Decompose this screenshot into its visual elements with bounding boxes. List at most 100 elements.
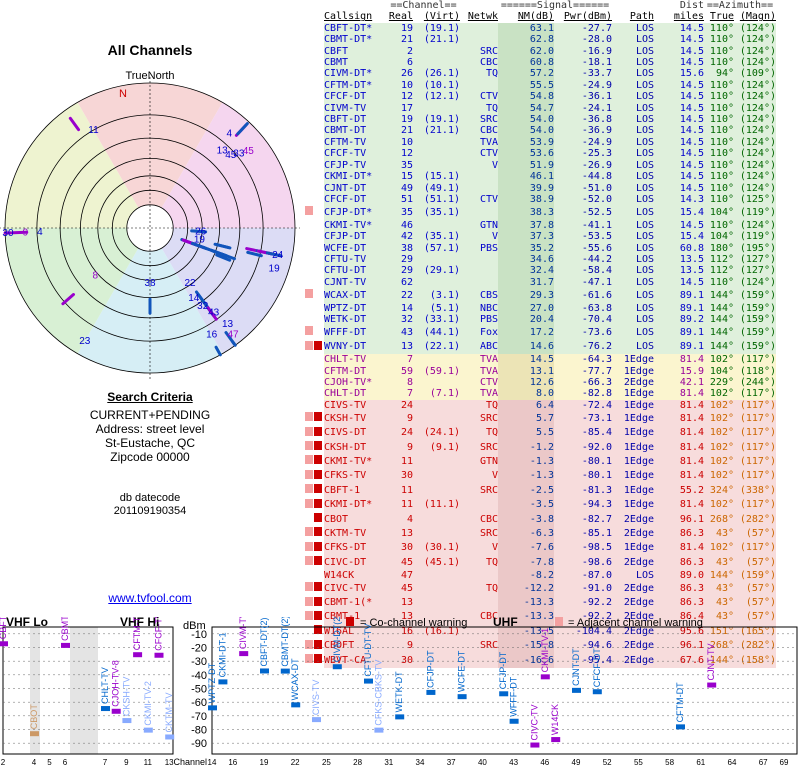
spectrum-bar-label: WETK-DT [394, 671, 404, 712]
cell-virtual-channel [413, 254, 460, 265]
cell-real-channel: 9 [406, 441, 413, 453]
spectrum-bar [530, 742, 540, 748]
cell-azimuth-magn: (124°) [739, 276, 776, 288]
cell-path: LOS [635, 102, 654, 114]
cell-real-channel: 2 [406, 45, 413, 57]
cell-distance-miles: 81.4 [679, 412, 704, 424]
warning-cell [303, 193, 324, 206]
cell-power-dbm: -73.1 [581, 412, 612, 424]
cell-azimuth-true: 112° [709, 253, 734, 265]
adjacent-warning-icon [305, 455, 313, 465]
table-row: CIVM-DT* 26 (26.1) TQ 57.2 -33.7 LOS 15.6 94° (10… [303, 68, 776, 80]
criteria-line: CURRENT+PENDING [89, 408, 211, 422]
cell-virtual-channel [413, 377, 460, 388]
channel-table-body: CBFT-DT* 19 (19.1) 63.1 -27.7 LOS 14.5 110° (124… [303, 22, 776, 668]
cell-nm-db: 60.8 [498, 57, 554, 69]
cell-network [460, 205, 498, 219]
cell-real-channel: 22 [400, 289, 413, 301]
cell-nm-db: -7.6 [498, 540, 554, 556]
spectrum-bar-label: CFCF-DT [592, 648, 602, 687]
polar-ring [126, 204, 174, 252]
warning-cell [303, 425, 324, 441]
table-row: WPTZ-DT 14 (5.1) NBC 27.0 -63.8 LOS 89.1 144° (15… [303, 302, 776, 314]
spectrum-chart: -10-20-30-40-50-60-70-80-90dBmVHF Lo VHF … [0, 617, 798, 767]
cell-path: LOS [635, 219, 654, 231]
cell-path: LOS [635, 242, 654, 254]
adjacent-warning-icon [305, 498, 313, 508]
cell-network: CTV [479, 193, 498, 205]
hdr-nm: NM(dB) [517, 11, 554, 23]
co-channel-warning-icon [314, 498, 322, 508]
cell-real-channel: 42 [400, 231, 413, 243]
cell-azimuth-magn: (124°) [739, 182, 776, 194]
website-link[interactable]: www.tvfool.com [0, 591, 300, 605]
cell-network: TVA [479, 388, 498, 400]
warning-cell [303, 182, 324, 194]
spectrum-bar [395, 714, 405, 720]
polar-channel-label: 47 [227, 329, 239, 340]
cell-network: CBC [479, 513, 498, 525]
cell-real-channel: 35 [400, 159, 413, 171]
cell-distance-miles: 81.4 [679, 354, 704, 366]
cell-network [460, 570, 498, 581]
cell-network: TVA [479, 136, 498, 148]
spectrum-bar [154, 652, 164, 658]
spectrum-bar-label: WCAX-DT [290, 658, 300, 700]
table-row: CHLT-DT 7 (7.1) TVA 8.0 -82.8 1Edge 81.4 102° (11… [303, 388, 776, 400]
cell-distance-miles: 89.1 [679, 341, 704, 353]
cell-virtual-channel: (22.1) [423, 341, 460, 353]
polar-channel-label: 13 [217, 146, 229, 157]
cell-azimuth-magn: (124°) [739, 79, 776, 91]
cell-azimuth-true: 102° [709, 354, 734, 366]
cell-azimuth-true: 110° [709, 34, 734, 46]
cell-distance-miles: 55.2 [679, 484, 704, 496]
cell-network: Fox [479, 326, 498, 338]
cell-distance-miles: 13.5 [679, 253, 704, 265]
table-row: CIVS-DT 24 (24.1) TQ 5.5 -85.4 1Edge 81.4 102° (1… [303, 425, 776, 441]
cell-azimuth-true: 43° [715, 597, 734, 608]
cell-azimuth-true: 104° [709, 206, 734, 218]
cell-network [460, 34, 498, 45]
cell-distance-miles: 89.2 [679, 313, 704, 325]
cell-path: LOS [635, 193, 654, 205]
polar-channel-label: 8 [93, 271, 99, 282]
cell-nm-db: -3.5 [498, 497, 554, 513]
cell-azimuth-true: 110° [709, 102, 734, 114]
cell-network: TVA [479, 365, 498, 377]
cell-azimuth-true: 43° [715, 527, 734, 539]
cell-power-dbm: -41.1 [581, 219, 612, 231]
page-title: All Channels [107, 42, 193, 58]
spectrum-bar [239, 651, 249, 657]
x-tick-label: 46 [540, 758, 549, 767]
y-tick-label: -20 [191, 643, 207, 655]
cell-power-dbm: -61.6 [581, 289, 612, 301]
table-row: W14CK 47 -8.2 -87.0 LOS 89.0 144° (159°) [303, 569, 776, 582]
spectrum-bar [676, 724, 685, 730]
cell-path: LOS [635, 22, 654, 34]
cell-path: LOS [635, 79, 654, 91]
cell-network: CTV [479, 148, 498, 160]
cell-azimuth-magn: (117°) [739, 542, 776, 554]
y-tick-label: -90 [191, 738, 207, 750]
x-tick-label: 16 [228, 758, 237, 767]
cell-virtual-channel: (19.1) [423, 22, 460, 34]
cell-distance-miles: 96.1 [679, 513, 704, 525]
cell-nm-db: -6.3 [498, 526, 554, 541]
db-datecode-value: 201109190354 [113, 505, 187, 517]
cell-real-channel: 21 [400, 34, 413, 46]
adjacent-warning-icon [305, 527, 313, 537]
cell-real-channel: 32 [400, 313, 413, 325]
warning-cell [303, 171, 324, 183]
cell-virtual-channel: (57.1) [423, 242, 460, 254]
co-channel-warning-icon [314, 469, 322, 479]
cell-nm-db: 12.6 [498, 377, 554, 389]
table-row: CBMT 6 CBC 60.8 -18.1 LOS 14.5 110° (124°) [303, 57, 776, 69]
table-row: CKMI-DT* 11 (11.1) -3.5 -94.3 1Edge 81.4 102° (1… [303, 497, 776, 513]
vhf-lo-hi-gap [70, 627, 98, 754]
cell-real-channel: 12 [400, 91, 413, 103]
table-row: CIVC-DT 45 (45.1) TQ -7.8 -98.6 2Edge 86.3 43° (5… [303, 555, 776, 570]
cell-path: LOS [635, 265, 654, 277]
cell-azimuth-true: 110° [709, 276, 734, 288]
cell-nm-db: 35.2 [498, 242, 554, 254]
spectrum-bar-label: CFTU-DT-TV [363, 624, 373, 677]
